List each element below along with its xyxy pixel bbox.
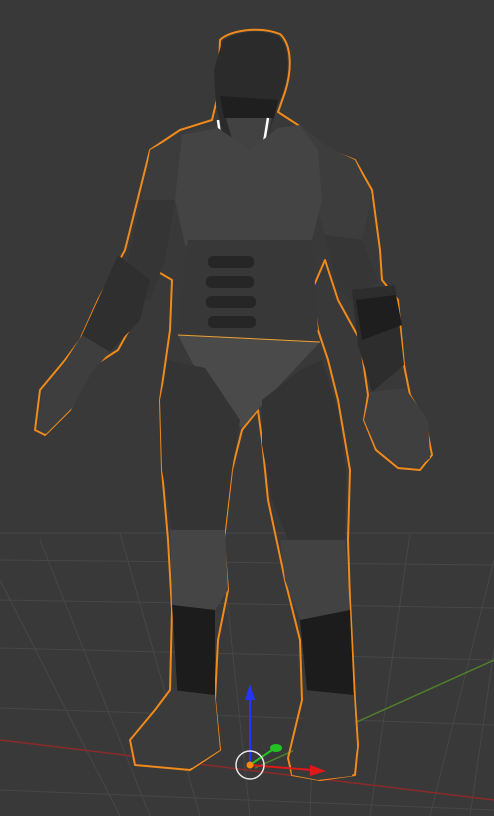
left-shin [172,605,215,700]
object-origin-dot [246,761,254,769]
gizmo-y-arrowhead[interactable] [270,744,282,752]
left-hand [37,335,110,434]
right-boot [290,690,357,780]
viewport-canvas[interactable] [0,0,494,816]
right-knee [280,540,350,620]
right-shin [300,610,354,700]
3d-viewport[interactable] [0,0,494,816]
left-boot [132,690,220,768]
gizmo-z-arrowhead[interactable] [245,684,255,700]
y-axis-line [254,659,494,769]
armored-humanoid-model[interactable] [34,28,433,781]
right-hand [364,388,430,468]
floor-grid [0,532,494,816]
left-knee [170,530,228,610]
